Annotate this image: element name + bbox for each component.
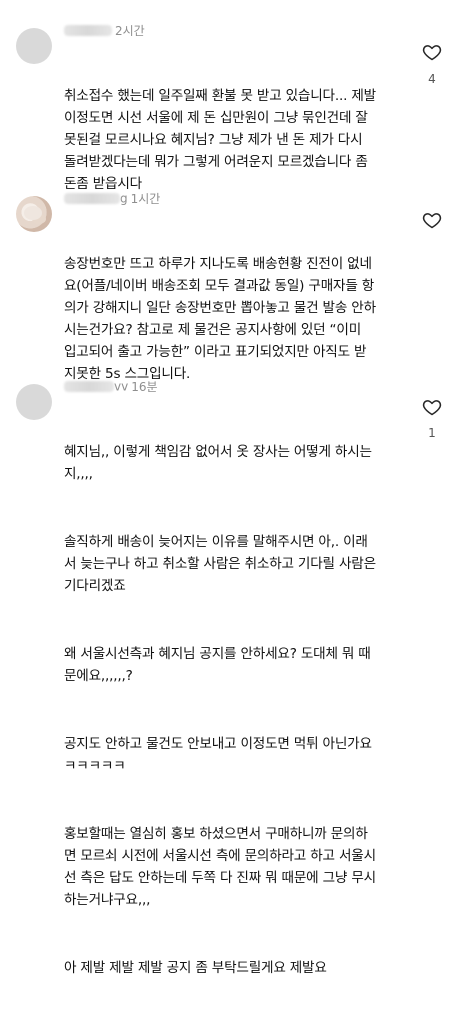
comment-paragraph: 송장번호만 뜨고 하루가 지나도록 배송현황 진전이 없네 요(어플/네이버 배…: [64, 256, 376, 382]
timestamp: 1시간: [130, 192, 161, 206]
comment-paragraph: 왜 서울시선측과 혜지님 공지를 안하세요? 도대체 뭐 때 문에요,,,,,,…: [64, 646, 371, 684]
heart-outline-icon[interactable]: [422, 42, 442, 62]
comment-meta: g 1시간: [64, 190, 160, 208]
username-visible-part[interactable]: vv: [114, 380, 128, 394]
avatar[interactable]: [16, 28, 52, 64]
avatar[interactable]: [16, 384, 52, 420]
username-blurred[interactable]: [64, 193, 120, 204]
comment-text: 혜지님,, 이렇게 책임감 없어서 옷 장사는 어떻게 하시는 지,,,, 솔직…: [64, 397, 404, 1025]
comment-paragraph: 솔직하게 배송이 늦어지는 이유를 말해주시면 아,. 이래 서 늦는구나 하고…: [64, 534, 376, 594]
comment-paragraph: 홍보할때는 열심히 홍보 하셨으면서 구매하니까 문의하 면 모르쇠 시전에 서…: [64, 826, 376, 908]
comment-paragraph: 혜지님,, 이렇게 책임감 없어서 옷 장사는 어떻게 하시는 지,,,,: [64, 444, 372, 482]
username-blurred[interactable]: [64, 25, 112, 36]
comment-meta: vv 16분: [64, 378, 158, 396]
username-blurred[interactable]: [64, 381, 114, 392]
username-visible-part[interactable]: g: [120, 192, 128, 206]
avatar[interactable]: [16, 196, 52, 232]
timestamp: 16분: [131, 380, 158, 394]
comment-paragraph: 공지도 안하고 물건도 안보내고 이정도면 먹튀 아닌가요 ㅋㅋㅋㅋㅋ: [64, 736, 372, 774]
like-count: 4: [428, 72, 436, 86]
comment-paragraph: 아 제발 제발 제발 공지 좀 부탁드릴게요 제발요: [64, 960, 327, 976]
comment-meta: 2시간: [64, 22, 145, 40]
timestamp: 2시간: [115, 24, 145, 38]
like-count: 1: [428, 426, 436, 440]
comment-paragraph: 취소접수 했는데 일주일째 환불 못 받고 있습니다... 제발 이정도면 시선…: [64, 88, 376, 192]
heart-outline-icon[interactable]: [422, 210, 442, 230]
heart-outline-icon[interactable]: [422, 397, 442, 417]
